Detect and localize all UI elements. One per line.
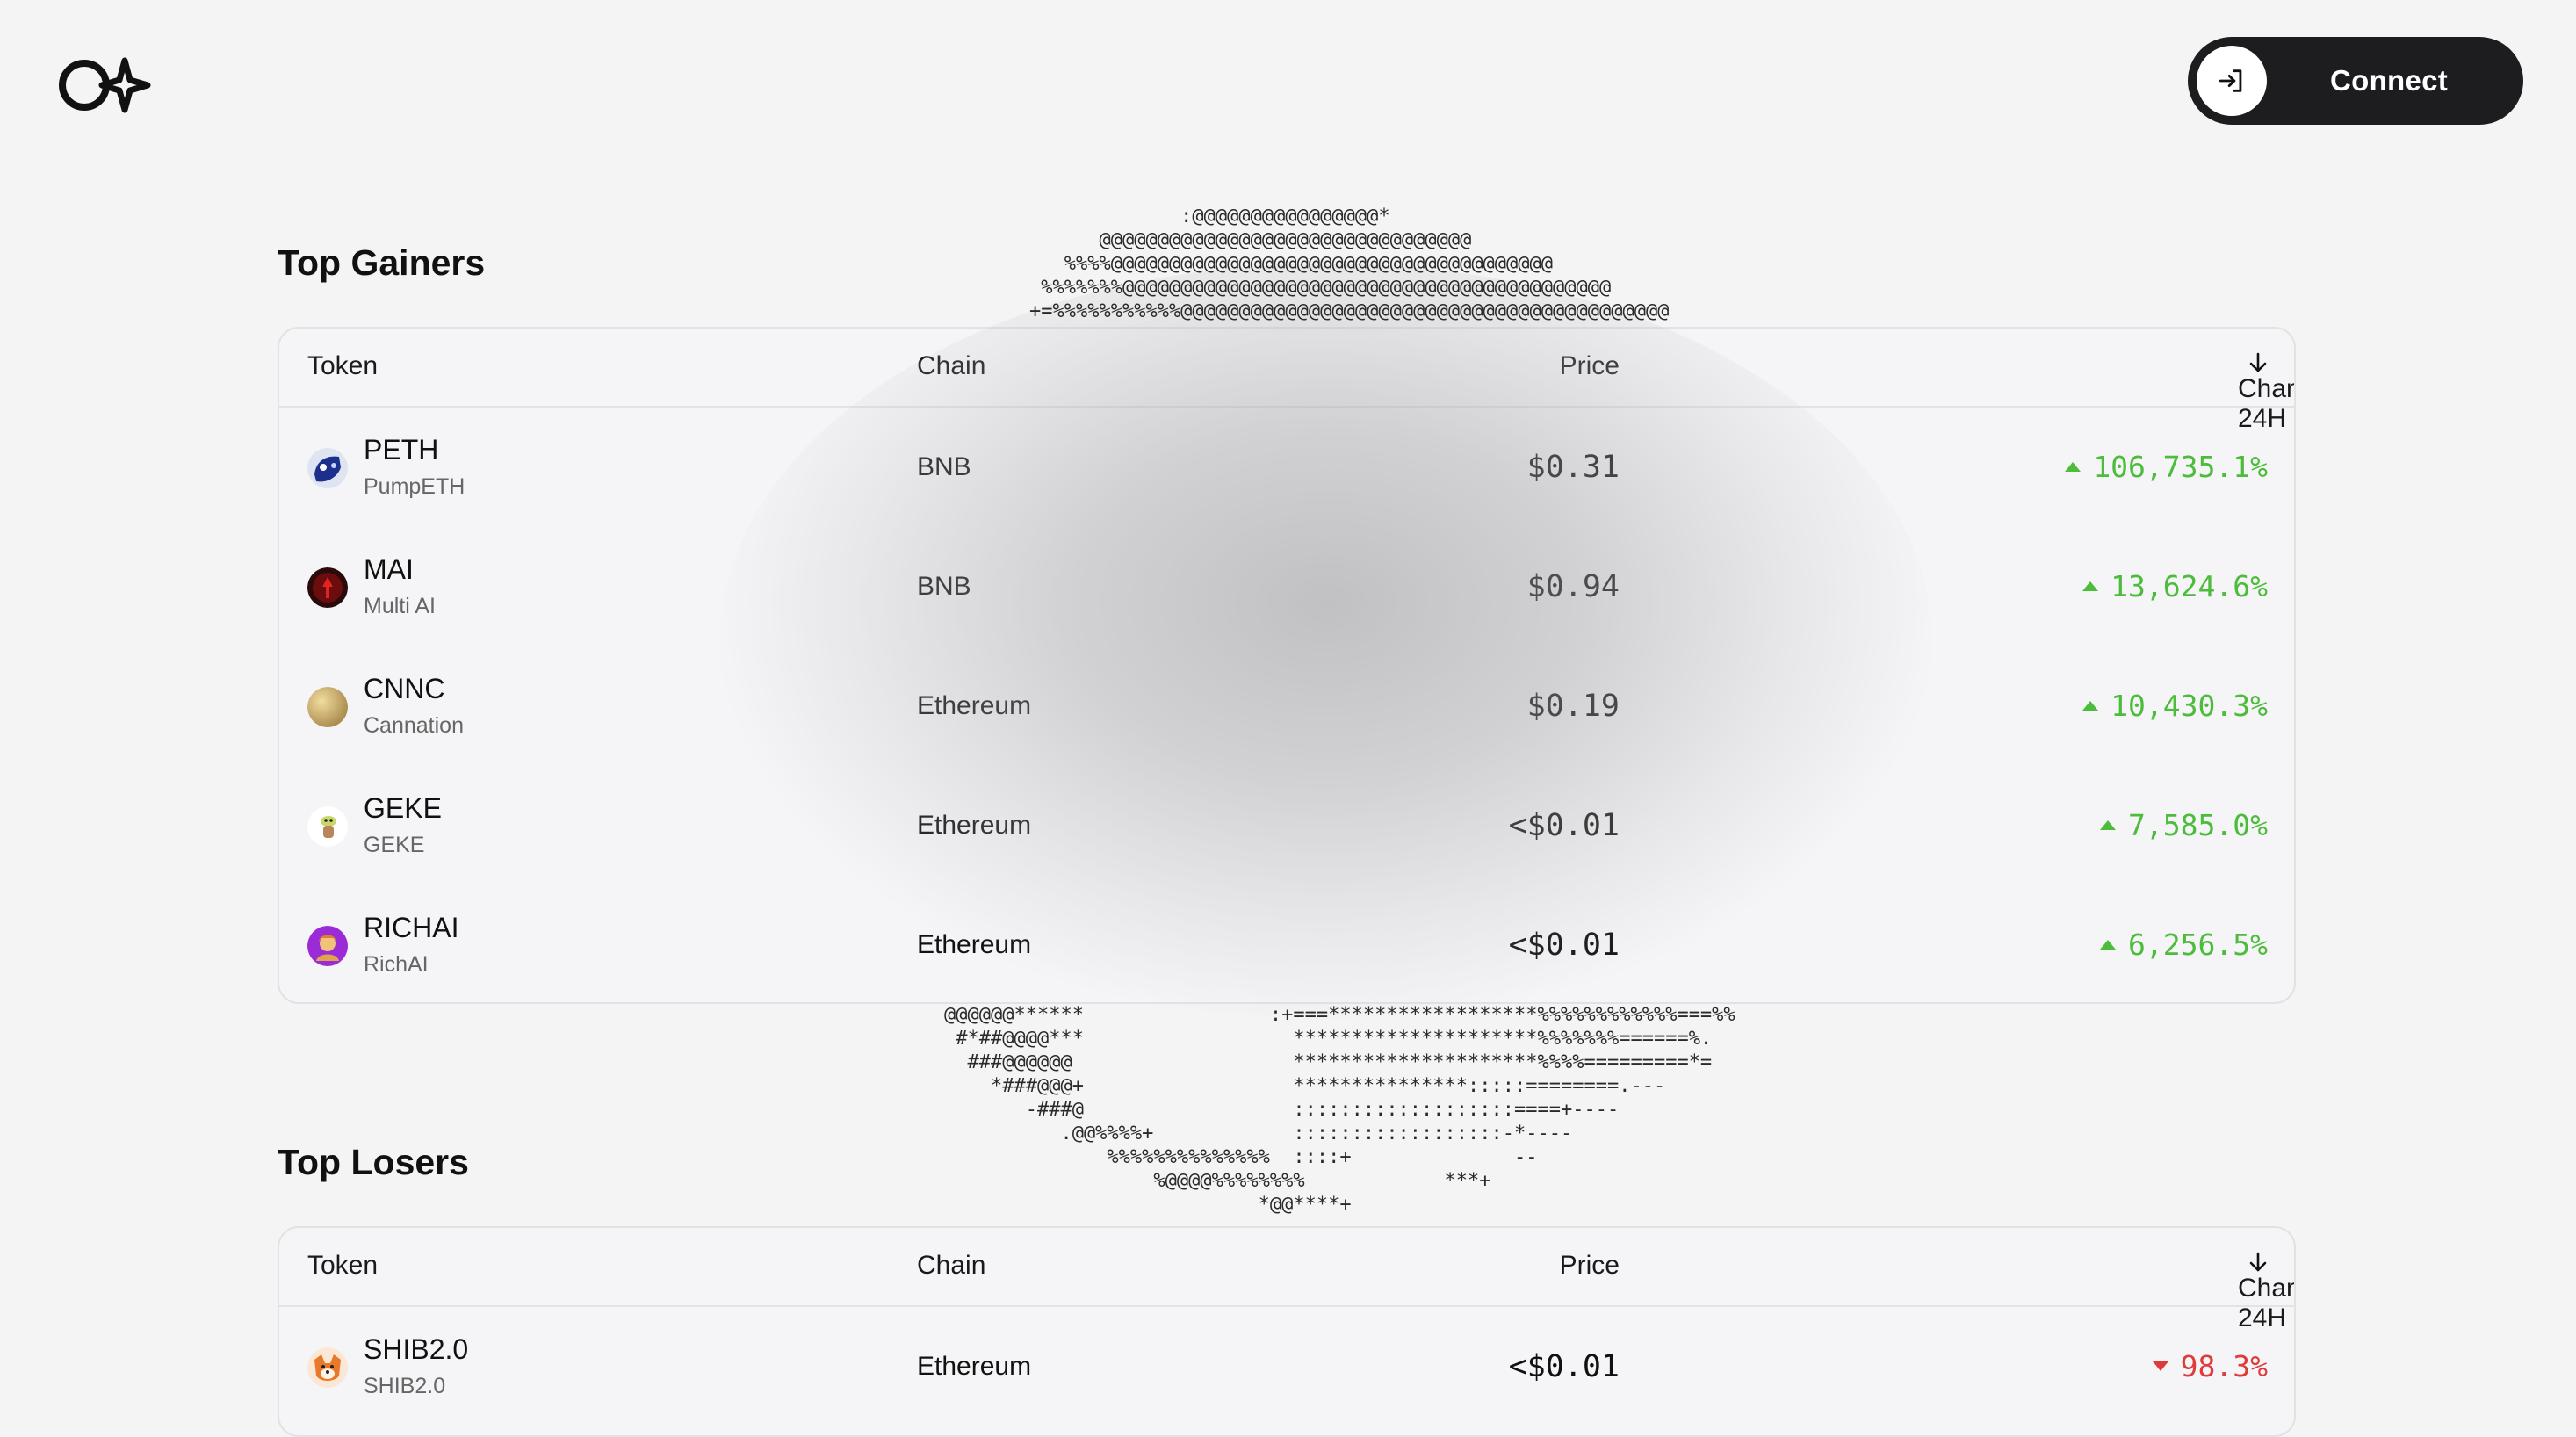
token-price: <$0.01: [1508, 1349, 1620, 1384]
token-symbol: SHIB2.0: [364, 1333, 469, 1365]
token-symbol: RICHAI: [364, 912, 459, 943]
header-change-sort[interactable]: Change 24H: [2238, 351, 2294, 433]
ascii-art-bottom: @@@@@@****** :+===******************%%%%…: [944, 1004, 1735, 1216]
brand-logo-icon[interactable]: [58, 53, 151, 118]
token-chain: Ethereum: [917, 811, 1032, 840]
header-price: Price: [1559, 351, 1620, 380]
token-name: GEKE: [364, 833, 425, 857]
token-name: Multi AI: [364, 594, 436, 618]
triangle-up-icon: [2100, 820, 2117, 830]
mai-token-icon: [307, 567, 348, 608]
token-chain: Ethereum: [917, 930, 1032, 959]
token-change: 98.3%: [2152, 1349, 2268, 1383]
token-chain: BNB: [917, 452, 971, 481]
richai-token-icon: [307, 926, 348, 966]
table-row[interactable]: PETH PumpETH BNB $0.31 106,735.1%: [279, 408, 2294, 527]
token-symbol: CNNC: [364, 673, 445, 704]
losers-table: Token Chain Price Change 24H SHIB2.0 SHI…: [278, 1226, 2296, 1437]
table-header: Token Chain Price Change 24H: [279, 329, 2294, 433]
token-price: <$0.01: [1508, 808, 1620, 843]
shib2-token-icon: [307, 1347, 348, 1388]
header-chain: Chain: [917, 1251, 986, 1280]
token-chain: Ethereum: [917, 1352, 1032, 1381]
table-row[interactable]: CNNC Cannation Ethereum $0.19 10,430.3%: [279, 646, 2294, 766]
connect-button[interactable]: Connect: [2188, 37, 2523, 125]
connect-label: Connect: [2330, 64, 2449, 97]
header-token: Token: [307, 1251, 379, 1280]
token-change: 106,735.1%: [2065, 450, 2268, 484]
geke-token-icon: [307, 806, 348, 847]
gainers-table: Token Chain Price Change 24H PETH PumpET…: [278, 327, 2296, 1004]
arrow-down-icon: [2249, 1252, 2267, 1272]
table-header: Token Chain Price Change 24H: [279, 1228, 2294, 1332]
header-price: Price: [1559, 1251, 1620, 1280]
token-chain: BNB: [917, 572, 971, 601]
token-price: $0.31: [1526, 450, 1620, 485]
token-price: $0.19: [1526, 689, 1620, 724]
token-change: 10,430.3%: [2082, 689, 2268, 723]
token-price: <$0.01: [1508, 928, 1620, 963]
table-row[interactable]: RICHAI RichAI Ethereum <$0.01 6,256.5%: [279, 885, 2294, 1002]
token-change: 13,624.6%: [2082, 569, 2268, 603]
header-change-sort[interactable]: Change 24H: [2238, 1251, 2294, 1332]
token-chain: Ethereum: [917, 691, 1032, 720]
losers-title: Top Losers: [278, 1142, 469, 1182]
header-token: Token: [307, 351, 379, 380]
token-change: 6,256.5%: [2100, 928, 2268, 962]
peth-token-icon: [307, 448, 348, 488]
cnnc-token-icon: [307, 687, 348, 727]
token-price: $0.94: [1526, 569, 1620, 604]
token-symbol: GEKE: [364, 792, 442, 824]
token-name: PumpETH: [364, 474, 465, 499]
triangle-up-icon: [2082, 701, 2099, 711]
ascii-art-top: :@@@@@@@@@@@@@@@@* @@@@@@@@@@@@@@@@@@@@@…: [1029, 206, 1670, 322]
table-row[interactable]: MAI Multi AI BNB $0.94 13,624.6%: [279, 527, 2294, 646]
token-symbol: PETH: [364, 434, 439, 466]
token-name: Cannation: [364, 713, 464, 738]
token-name: SHIB2.0: [364, 1374, 446, 1398]
token-name: RichAI: [364, 952, 429, 977]
table-row[interactable]: GEKE GEKE Ethereum <$0.01 7,585.0%: [279, 766, 2294, 885]
triangle-up-icon: [2065, 462, 2082, 472]
header-chain: Chain: [917, 351, 986, 380]
token-change: 7,585.0%: [2100, 808, 2268, 842]
gainers-title: Top Gainers: [278, 242, 486, 283]
triangle-up-icon: [2100, 940, 2117, 950]
triangle-up-icon: [2082, 581, 2099, 591]
table-row[interactable]: SHIB2.0 SHIB2.0 Ethereum <$0.01 98.3%: [279, 1307, 2294, 1426]
token-symbol: MAI: [364, 553, 414, 585]
triangle-down-icon: [2152, 1361, 2168, 1371]
arrow-down-icon: [2249, 352, 2267, 372]
login-icon: [2197, 46, 2267, 116]
